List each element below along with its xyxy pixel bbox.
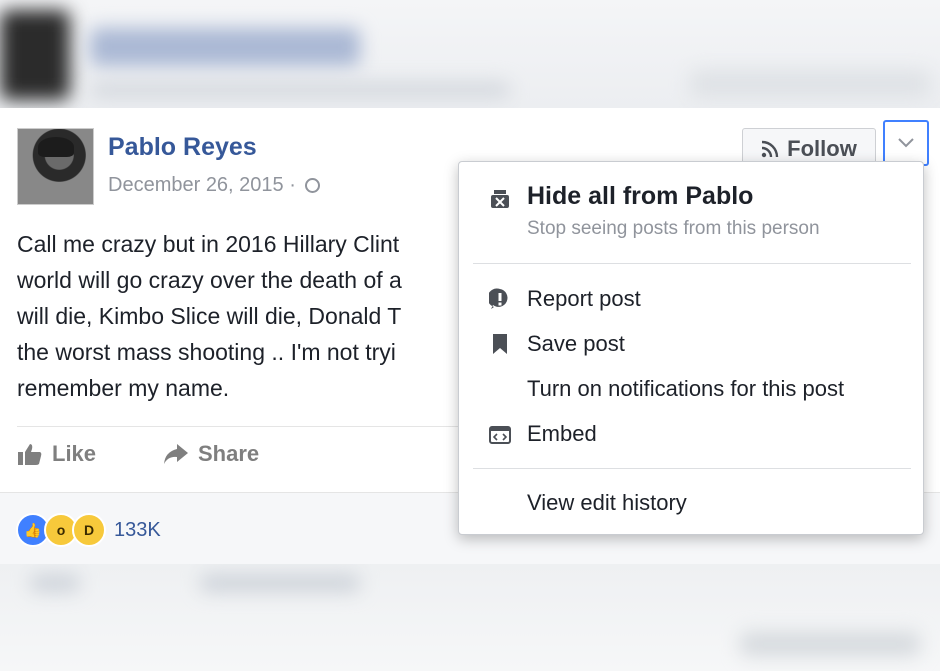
blurred-background-header: [0, 0, 940, 108]
blurred-item: [30, 574, 80, 592]
menu-item-save-post[interactable]: Save post: [459, 331, 923, 357]
post-text: Call me crazy but in 2016 Hillary Clint …: [17, 231, 402, 401]
bookmark-icon: [489, 333, 511, 355]
separator-dot: ·: [289, 174, 302, 196]
follow-label: Follow: [787, 136, 857, 161]
post-options-menu: Hide all from Pablo Stop seeing posts fr…: [458, 161, 924, 535]
blurred-item: [200, 574, 360, 592]
post-options-button[interactable]: [883, 120, 929, 166]
share-label: Share: [198, 441, 260, 466]
menu-item-hide-all[interactable]: Hide all from Pablo Stop seeing posts fr…: [459, 182, 923, 240]
view-edit-history-label: View edit history: [527, 490, 687, 515]
embed-label: Embed: [527, 421, 597, 446]
share-button[interactable]: Share: [163, 441, 259, 467]
alert-icon: [489, 288, 511, 310]
blurred-background-footer: [0, 562, 940, 671]
reaction-count: 133K: [114, 518, 161, 541]
divider: [17, 426, 467, 427]
post-date[interactable]: December 26, 2015: [108, 174, 284, 196]
blurred-avatar: [0, 10, 70, 100]
menu-item-report-post[interactable]: Report post: [459, 286, 923, 312]
hide-icon: [489, 188, 511, 210]
thumbs-up-icon: [18, 444, 42, 465]
post-meta: December 26, 2015 ·: [108, 174, 321, 197]
blurred-name: [90, 28, 360, 66]
menu-divider: [473, 263, 911, 264]
hide-all-subtitle: Stop seeing posts from this person: [527, 218, 820, 239]
chevron-down-icon: [898, 138, 914, 148]
save-post-label: Save post: [527, 331, 625, 356]
like-label: Like: [52, 441, 97, 466]
blurred-meta: [90, 82, 510, 98]
haha-reaction-icon: D: [72, 513, 106, 547]
hide-all-title: Hide all from Pablo: [527, 182, 754, 210]
reactions-summary[interactable]: 👍 o D 133K: [16, 513, 161, 547]
blurred-controls: [690, 70, 930, 98]
globe-icon: [305, 178, 321, 193]
avatar[interactable]: [17, 128, 94, 205]
share-arrow-icon: [164, 444, 188, 464]
like-button[interactable]: Like: [17, 441, 96, 467]
blurred-item: [740, 632, 920, 656]
post-author[interactable]: Pablo Reyes: [108, 133, 257, 162]
report-post-label: Report post: [527, 286, 641, 311]
menu-item-notifications[interactable]: Turn on notifications for this post: [459, 376, 923, 402]
notifications-label: Turn on notifications for this post: [527, 376, 845, 401]
menu-divider: [473, 468, 911, 469]
menu-item-view-edit-history[interactable]: View edit history: [459, 490, 923, 516]
menu-item-embed[interactable]: Embed: [459, 421, 923, 447]
rss-icon: [761, 140, 779, 158]
embed-code-icon: [489, 424, 511, 446]
